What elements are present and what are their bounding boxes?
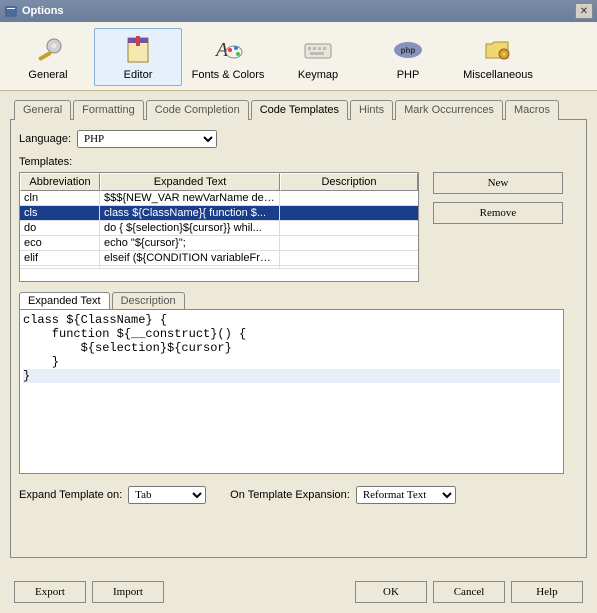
category-toolbar: General Editor A Fonts & Colors Keymap p…: [0, 22, 597, 91]
cancel-button[interactable]: Cancel: [433, 581, 505, 603]
tab-macros[interactable]: Macros: [505, 100, 559, 120]
ok-button[interactable]: OK: [355, 581, 427, 603]
detail-tabs: Expanded Text Description: [19, 292, 578, 309]
table-header: Abbreviation Expanded Text Description: [20, 173, 418, 191]
on-expansion-select[interactable]: Reformat Text: [356, 486, 456, 504]
remove-button[interactable]: Remove: [433, 202, 563, 224]
toolbar-label: Editor: [124, 69, 153, 81]
language-select[interactable]: PHP: [77, 130, 217, 148]
window-title: Options: [22, 5, 575, 17]
tab-formatting[interactable]: Formatting: [73, 100, 144, 120]
gear-wrench-icon: [32, 34, 64, 66]
toolbar-miscellaneous[interactable]: Miscellaneous: [454, 28, 542, 86]
table-row[interactable]: clsclass ${ClassName}{ function $...: [20, 206, 418, 221]
toolbar-label: General: [28, 69, 67, 81]
toolbar-label: Keymap: [298, 69, 338, 81]
import-button[interactable]: Import: [92, 581, 164, 603]
expand-on-label: Expand Template on:: [19, 489, 122, 501]
table-row[interactable]: cln$$${NEW_VAR newVarName defa...: [20, 191, 418, 206]
templates-label: Templates:: [19, 156, 578, 168]
templates-table[interactable]: Abbreviation Expanded Text Description c…: [19, 172, 419, 282]
keyboard-icon: [302, 34, 334, 66]
subtab-expanded-text[interactable]: Expanded Text: [19, 292, 110, 309]
expanded-text-editor[interactable]: class ${ClassName} { function ${__constr…: [19, 309, 564, 474]
php-icon: php: [392, 34, 424, 66]
toolbar-fonts-colors[interactable]: A Fonts & Colors: [184, 28, 272, 86]
toolbar-keymap[interactable]: Keymap: [274, 28, 362, 86]
close-button[interactable]: ✕: [575, 3, 593, 19]
col-abbreviation[interactable]: Abbreviation: [20, 173, 100, 191]
toolbar-label: Miscellaneous: [463, 69, 533, 81]
toolbar-label: PHP: [397, 69, 420, 81]
table-row[interactable]: dodo { ${selection}${cursor}} whil...: [20, 221, 418, 236]
export-button[interactable]: Export: [14, 581, 86, 603]
table-row[interactable]: elifelseif (${CONDITION variableFro...: [20, 251, 418, 266]
titlebar: Options ✕: [0, 0, 597, 22]
tab-code-templates[interactable]: Code Templates: [251, 100, 348, 120]
code-templates-panel: Language: PHP Templates: Abbreviation Ex…: [10, 120, 587, 558]
svg-text:php: php: [401, 46, 416, 55]
toolbar-label: Fonts & Colors: [192, 69, 265, 81]
toolbar-php[interactable]: php PHP: [364, 28, 452, 86]
on-expansion-label: On Template Expansion:: [230, 489, 350, 501]
tab-hints[interactable]: Hints: [350, 100, 393, 120]
col-expanded-text[interactable]: Expanded Text: [100, 173, 280, 191]
options-tabstrip: General Formatting Code Completion Code …: [10, 99, 587, 120]
notebook-icon: [122, 34, 154, 66]
tab-general[interactable]: General: [14, 100, 71, 120]
expand-on-select[interactable]: Tab: [128, 486, 206, 504]
font-color-icon: A: [212, 34, 244, 66]
col-description[interactable]: Description: [280, 173, 418, 191]
help-button[interactable]: Help: [511, 581, 583, 603]
new-button[interactable]: New: [433, 172, 563, 194]
language-label: Language:: [19, 133, 71, 145]
table-row[interactable]: ecoecho "${cursor}";: [20, 236, 418, 251]
table-row[interactable]: [20, 266, 418, 269]
app-icon: [4, 4, 18, 18]
toolbar-general[interactable]: General: [4, 28, 92, 86]
folder-gear-icon: [482, 34, 514, 66]
tab-code-completion[interactable]: Code Completion: [146, 100, 249, 120]
tab-mark-occurrences[interactable]: Mark Occurrences: [395, 100, 503, 120]
subtab-description[interactable]: Description: [112, 292, 185, 309]
toolbar-editor[interactable]: Editor: [94, 28, 182, 86]
